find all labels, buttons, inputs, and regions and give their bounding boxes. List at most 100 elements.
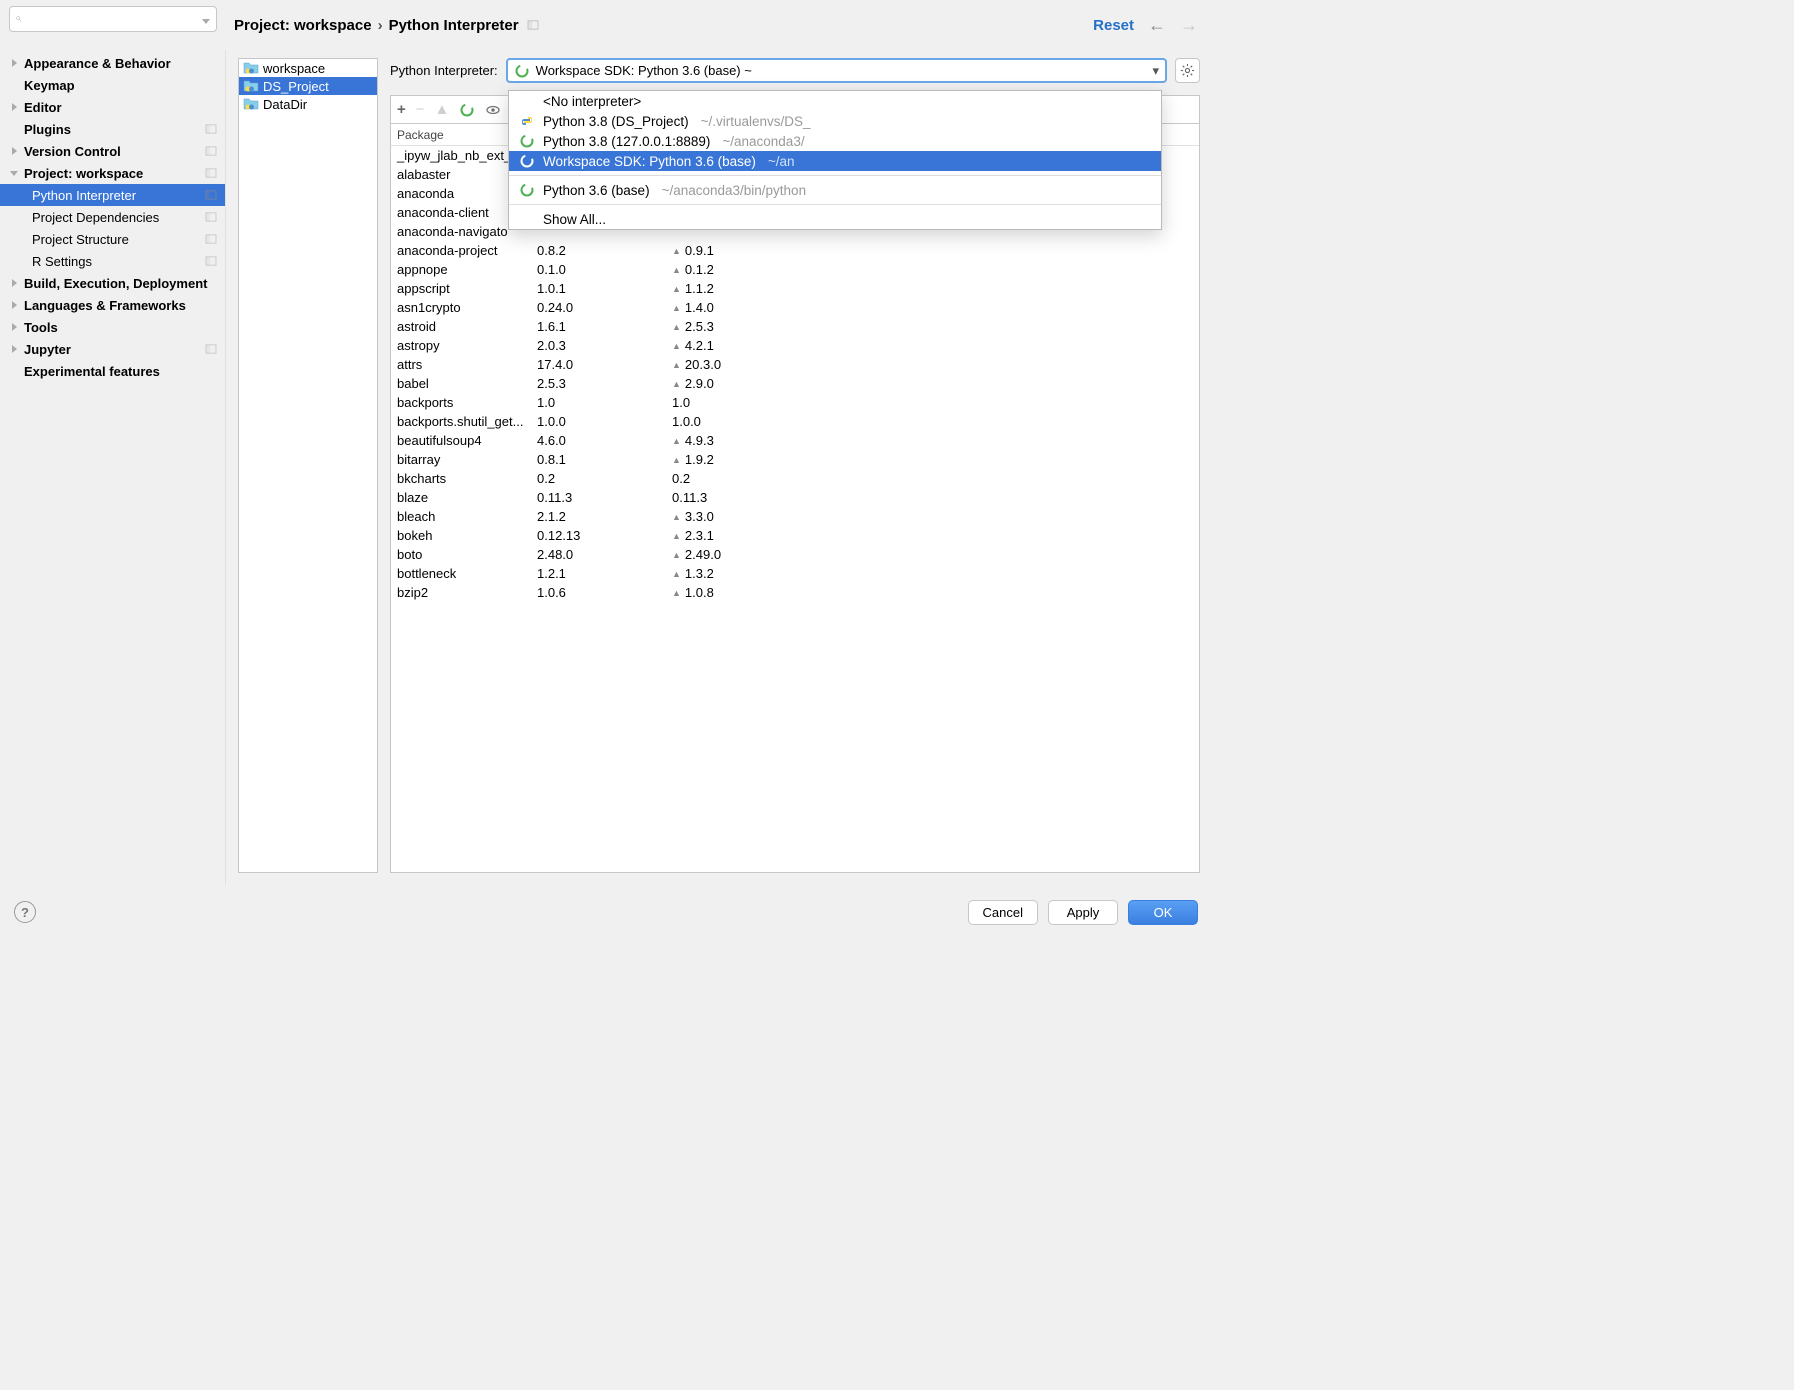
table-row[interactable]: astropy2.0.3▲4.2.1	[391, 336, 1199, 355]
package-latest: ▲2.3.1	[666, 526, 1199, 545]
table-row[interactable]: bzip21.0.6▲1.0.8	[391, 583, 1199, 602]
package-version: 2.5.3	[531, 374, 666, 393]
remove-package-button[interactable]: −	[416, 101, 425, 118]
package-version: 1.0.6	[531, 583, 666, 602]
table-row[interactable]: backports1.01.0	[391, 393, 1199, 412]
table-row[interactable]: bokeh0.12.13▲2.3.1	[391, 526, 1199, 545]
table-row[interactable]: bleach2.1.2▲3.3.0	[391, 507, 1199, 526]
table-row[interactable]: appscript1.0.1▲1.1.2	[391, 279, 1199, 298]
sidebar-item[interactable]: Languages & Frameworks	[0, 294, 225, 316]
sidebar-item-label: Version Control	[24, 144, 121, 159]
conda-ring-icon[interactable]	[459, 102, 475, 118]
search-field[interactable]	[26, 7, 202, 31]
interpreter-select[interactable]: Workspace SDK: Python 3.6 (base) ~ ▾	[506, 58, 1167, 83]
project-tree-item[interactable]: DataDir	[239, 95, 377, 113]
package-name: astropy	[391, 336, 531, 355]
sidebar-item[interactable]: Keymap	[0, 74, 225, 96]
expand-icon	[8, 57, 20, 69]
sidebar-item[interactable]: Project Structure	[0, 228, 225, 250]
show-early-button[interactable]	[485, 102, 501, 118]
table-row[interactable]: boto2.48.0▲2.49.0	[391, 545, 1199, 564]
sidebar-item[interactable]: Plugins	[0, 118, 225, 140]
table-row[interactable]: blaze0.11.30.11.3	[391, 488, 1199, 507]
interpreter-settings-button[interactable]	[1175, 58, 1200, 83]
project-tree-item[interactable]: workspace	[239, 59, 377, 77]
package-version: 0.2	[531, 469, 666, 488]
dropdown-item[interactable]: Workspace SDK: Python 3.6 (base) ~/an	[509, 151, 1161, 171]
sidebar-item-label: Editor	[24, 100, 62, 115]
table-row[interactable]: beautifulsoup44.6.0▲4.9.3	[391, 431, 1199, 450]
project-tree-label: DS_Project	[263, 79, 329, 94]
dropdown-no-interpreter[interactable]: <No interpreter>	[509, 91, 1161, 111]
table-row[interactable]: backports.shutil_get...1.0.01.0.0	[391, 412, 1199, 431]
package-name: asn1crypto	[391, 298, 531, 317]
package-version: 0.8.2	[531, 241, 666, 260]
dropdown-item-label: Workspace SDK: Python 3.6 (base)	[543, 154, 756, 169]
table-row[interactable]: bkcharts0.20.2	[391, 469, 1199, 488]
sidebar-item[interactable]: R Settings	[0, 250, 225, 272]
sidebar-item[interactable]: Tools	[0, 316, 225, 338]
back-button[interactable]: ←	[1148, 15, 1166, 36]
package-name: bkcharts	[391, 469, 531, 488]
search-dropdown-icon[interactable]	[202, 12, 210, 27]
interpreter-dropdown[interactable]: <No interpreter> Python 3.8 (DS_Project)…	[508, 90, 1162, 230]
sidebar-item[interactable]: Version Control	[0, 140, 225, 162]
ok-button[interactable]: OK	[1128, 900, 1198, 925]
package-name: appnope	[391, 260, 531, 279]
table-row[interactable]: appnope0.1.0▲0.1.2	[391, 260, 1199, 279]
pane-icon	[205, 144, 217, 159]
package-latest: ▲2.49.0	[666, 545, 1199, 564]
reset-link[interactable]: Reset	[1093, 17, 1134, 34]
dropdown-item[interactable]: Python 3.8 (DS_Project)~/.virtualenvs/DS…	[509, 111, 1161, 131]
cancel-button[interactable]: Cancel	[968, 900, 1038, 925]
table-row[interactable]: attrs17.4.0▲20.3.0	[391, 355, 1199, 374]
project-tree-item[interactable]: DS_Project	[239, 77, 377, 95]
upgrade-package-button[interactable]: ▲	[435, 101, 450, 118]
sidebar-item[interactable]: Project Dependencies	[0, 206, 225, 228]
table-row[interactable]: bottleneck1.2.1▲1.3.2	[391, 564, 1199, 583]
package-version: 4.6.0	[531, 431, 666, 450]
table-row[interactable]: asn1crypto0.24.0▲1.4.0	[391, 298, 1199, 317]
add-package-button[interactable]: +	[397, 101, 406, 118]
ring-icon	[519, 182, 535, 198]
pane-icon	[205, 122, 217, 137]
sidebar-item-label: Project Dependencies	[32, 210, 159, 225]
apply-button[interactable]: Apply	[1048, 900, 1118, 925]
package-version: 1.2.1	[531, 564, 666, 583]
forward-button[interactable]: →	[1180, 15, 1198, 36]
sidebar-item[interactable]: Experimental features	[0, 360, 225, 382]
upgrade-available-icon: ▲	[672, 569, 681, 579]
search-input-wrap[interactable]	[9, 6, 217, 32]
sidebar-item[interactable]: Jupyter	[0, 338, 225, 360]
package-latest: ▲3.3.0	[666, 507, 1199, 526]
sidebar-item-label: Build, Execution, Deployment	[24, 276, 207, 291]
sidebar-item[interactable]: Build, Execution, Deployment	[0, 272, 225, 294]
package-name: boto	[391, 545, 531, 564]
project-tree-label: DataDir	[263, 97, 307, 112]
upgrade-available-icon: ▲	[672, 455, 681, 465]
dropdown-item[interactable]: Python 3.8 (127.0.0.1:8889)~/anaconda3/	[509, 131, 1161, 151]
dropdown-item[interactable]: Show All...	[509, 209, 1161, 229]
pane-icon	[205, 342, 217, 357]
package-latest: ▲4.2.1	[666, 336, 1199, 355]
sidebar-item[interactable]: Appearance & Behavior	[0, 52, 225, 74]
table-row[interactable]: bitarray0.8.1▲1.9.2	[391, 450, 1199, 469]
sidebar-item[interactable]: Python Interpreter	[0, 184, 225, 206]
dropdown-item[interactable]: Python 3.6 (base)~/anaconda3/bin/python	[509, 180, 1161, 200]
package-name: attrs	[391, 355, 531, 374]
sidebar-item[interactable]: Editor	[0, 96, 225, 118]
sidebar-item-label: Tools	[24, 320, 58, 335]
upgrade-available-icon: ▲	[672, 436, 681, 446]
sidebar-item[interactable]: Project: workspace	[0, 162, 225, 184]
help-button[interactable]: ?	[14, 901, 36, 923]
pane-icon	[205, 210, 217, 225]
package-latest: ▲1.3.2	[666, 564, 1199, 583]
dropdown-item-path: ~/an	[768, 154, 795, 169]
dropdown-item-path: ~/anaconda3/	[722, 134, 804, 149]
upgrade-available-icon: ▲	[672, 246, 681, 256]
table-row[interactable]: astroid1.6.1▲2.5.3	[391, 317, 1199, 336]
expand-icon	[8, 145, 20, 157]
expand-icon	[8, 277, 20, 289]
table-row[interactable]: babel2.5.3▲2.9.0	[391, 374, 1199, 393]
table-row[interactable]: anaconda-project0.8.2▲0.9.1	[391, 241, 1199, 260]
